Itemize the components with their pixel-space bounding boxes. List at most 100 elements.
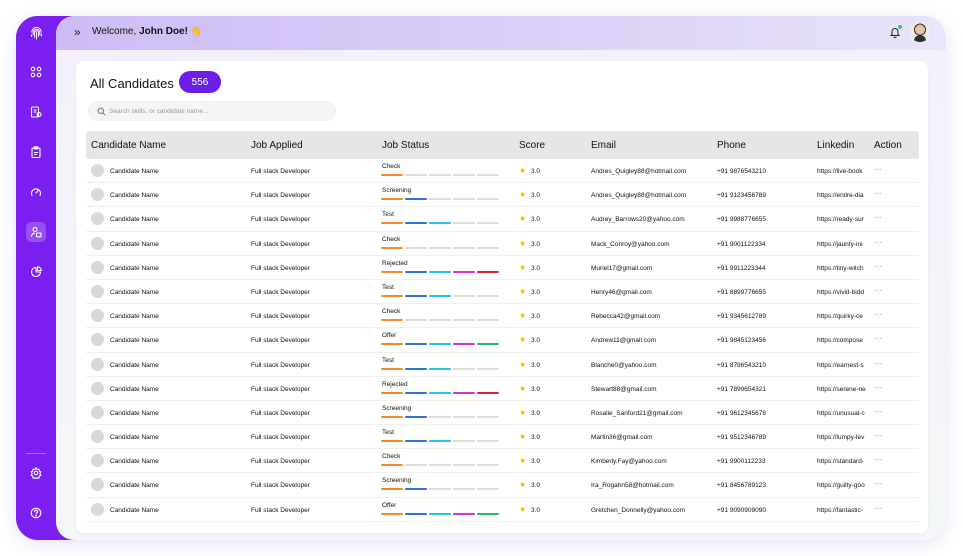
column-header-job-status[interactable]: Job Status xyxy=(382,140,429,151)
more-actions-icon[interactable]: ··· xyxy=(874,310,882,319)
table-row[interactable]: Candidate Name Full stack Developer Offer ★… xyxy=(86,498,919,522)
search-box[interactable] xyxy=(88,101,336,121)
table-row[interactable]: Candidate Name Full stack Developer Test ★ 3… xyxy=(86,425,919,450)
column-header-score[interactable]: Score xyxy=(519,140,545,151)
linkedin-link[interactable]: https://unusual-c xyxy=(817,410,870,417)
candidate-avatar xyxy=(91,454,104,468)
linkedin-link[interactable]: https://fantastic- xyxy=(817,507,870,514)
progress-segment xyxy=(477,174,499,176)
phone-value: +91 8456789123 xyxy=(717,482,766,490)
more-actions-icon[interactable]: ··· xyxy=(874,455,882,464)
job-status-progress xyxy=(381,246,499,249)
table-row[interactable]: Candidate Name Full stack Developer Reject… xyxy=(86,256,919,280)
column-header-candidate-name[interactable]: Candidate Name xyxy=(91,140,166,151)
linkedin-link[interactable]: https://live-book xyxy=(817,168,870,175)
linkedin-link[interactable]: https://standard- xyxy=(817,458,870,465)
table-row[interactable]: Candidate Name Full stack Developer Screen… xyxy=(86,183,919,208)
more-actions-icon[interactable]: ··· xyxy=(874,165,882,174)
more-actions-icon[interactable]: ··· xyxy=(874,407,882,416)
table-row[interactable]: Candidate Name Full stack Developer Offer ★… xyxy=(86,328,919,353)
table-row[interactable]: Candidate Name Full stack Developer Screen… xyxy=(86,473,919,498)
candidate-name[interactable]: Candidate Name xyxy=(110,289,159,296)
linkedin-link[interactable]: https://vivid-bidd xyxy=(817,289,870,296)
progress-segment xyxy=(429,367,451,370)
linkedin-link[interactable]: https://compose xyxy=(817,337,870,344)
table-row[interactable]: Candidate Name Full stack Developer Check ★… xyxy=(86,159,919,184)
job-status-progress xyxy=(381,391,499,394)
main-area: » Welcome, John Doe! 👋 All Candidates 55… xyxy=(56,16,946,540)
settings-icon[interactable] xyxy=(26,463,46,483)
progress-segment xyxy=(381,246,403,249)
email-value: Andrew11@gmail.com xyxy=(591,337,657,345)
table-row[interactable]: Candidate Name Full stack Developer Test ★ 3… xyxy=(86,207,919,232)
candidate-name[interactable]: Candidate Name xyxy=(110,362,159,369)
candidate-name[interactable]: Candidate Name xyxy=(110,241,159,248)
table-row[interactable]: Candidate Name Full stack Developer Reject… xyxy=(86,377,919,401)
candidate-name[interactable]: Candidate Name xyxy=(110,482,159,489)
speed-icon[interactable] xyxy=(26,182,46,202)
app-window: » Welcome, John Doe! 👋 All Candidates 55… xyxy=(16,16,946,540)
progress-segment xyxy=(381,222,403,225)
notification-dot xyxy=(898,25,902,29)
column-header-linkedin[interactable]: Linkedin xyxy=(817,140,854,151)
column-header-phone[interactable]: Phone xyxy=(717,140,746,151)
more-actions-icon[interactable]: ··· xyxy=(874,504,882,513)
reports-icon[interactable] xyxy=(26,262,46,282)
table-row[interactable]: Candidate Name Full stack Developer Test ★ 3… xyxy=(86,353,919,377)
candidate-name[interactable]: Candidate Name xyxy=(110,313,159,320)
linkedin-link[interactable]: https://tiny-witch xyxy=(817,265,870,272)
user-avatar[interactable] xyxy=(910,22,930,42)
score-value: 3.0 xyxy=(531,506,541,514)
star-icon: ★ xyxy=(519,311,527,321)
more-actions-icon[interactable]: ··· xyxy=(874,238,882,247)
jobs-icon[interactable] xyxy=(26,102,46,122)
more-actions-icon[interactable]: ··· xyxy=(874,359,882,368)
clipboard-icon[interactable] xyxy=(26,142,46,162)
candidate-name[interactable]: Candidate Name xyxy=(110,265,159,272)
job-applied: Full stack Developer xyxy=(251,216,310,224)
candidate-name[interactable]: Candidate Name xyxy=(110,434,159,441)
candidate-name[interactable]: Candidate Name xyxy=(110,410,159,417)
candidate-name[interactable]: Candidate Name xyxy=(110,458,159,465)
candidate-name[interactable]: Candidate Name xyxy=(110,507,159,514)
more-actions-icon[interactable]: ··· xyxy=(874,189,882,198)
candidates-icon[interactable] xyxy=(26,222,46,242)
more-actions-icon[interactable]: ··· xyxy=(874,479,882,488)
dashboard-icon[interactable] xyxy=(26,62,46,82)
more-actions-icon[interactable]: ··· xyxy=(874,286,882,295)
more-actions-icon[interactable]: ··· xyxy=(874,213,882,222)
linkedin-link[interactable]: https://serene-ne xyxy=(817,386,870,393)
expand-sidebar-icon[interactable]: » xyxy=(74,26,86,38)
score-value: 3.0 xyxy=(531,264,541,272)
linkedin-link[interactable]: https://earnest-s xyxy=(817,362,870,369)
column-header-email[interactable]: Email xyxy=(591,140,616,151)
candidate-name[interactable]: Candidate Name xyxy=(110,168,159,175)
candidate-name[interactable]: Candidate Name xyxy=(110,337,159,344)
table-row[interactable]: Candidate Name Full stack Developer Check ★… xyxy=(86,304,919,329)
table-row[interactable]: Candidate Name Full stack Developer Screen… xyxy=(86,401,919,426)
more-actions-icon[interactable]: ··· xyxy=(874,334,882,343)
candidate-name[interactable]: Candidate Name xyxy=(110,386,159,393)
table-row[interactable]: Candidate Name Full stack Developer Check ★… xyxy=(86,449,919,474)
progress-segment xyxy=(405,246,427,249)
more-actions-icon[interactable]: ··· xyxy=(874,383,882,392)
linkedin-link[interactable]: https://jaunty-ini xyxy=(817,241,870,248)
help-icon[interactable] xyxy=(26,503,46,523)
column-header-job-applied[interactable]: Job Applied xyxy=(251,140,303,151)
progress-segment xyxy=(429,415,451,418)
candidate-name[interactable]: Candidate Name xyxy=(110,216,159,223)
progress-segment xyxy=(453,488,475,491)
linkedin-link[interactable]: https://entire-dia xyxy=(817,192,870,199)
more-actions-icon[interactable]: ··· xyxy=(874,262,882,271)
progress-segment xyxy=(381,174,403,176)
linkedin-link[interactable]: https://ready-sur xyxy=(817,216,870,223)
more-actions-icon[interactable]: ··· xyxy=(874,431,882,440)
table-row[interactable]: Candidate Name Full stack Developer Check ★… xyxy=(86,232,919,256)
search-input[interactable] xyxy=(109,104,329,118)
linkedin-link[interactable]: https://lumpy-lev xyxy=(817,434,870,441)
table-row[interactable]: Candidate Name Full stack Developer Test ★ 3… xyxy=(86,280,919,305)
linkedin-link[interactable]: https://quirky-ce xyxy=(817,313,870,320)
progress-segment xyxy=(477,512,499,515)
linkedin-link[interactable]: https://guilty-goo xyxy=(817,482,870,489)
candidate-name[interactable]: Candidate Name xyxy=(110,192,159,199)
